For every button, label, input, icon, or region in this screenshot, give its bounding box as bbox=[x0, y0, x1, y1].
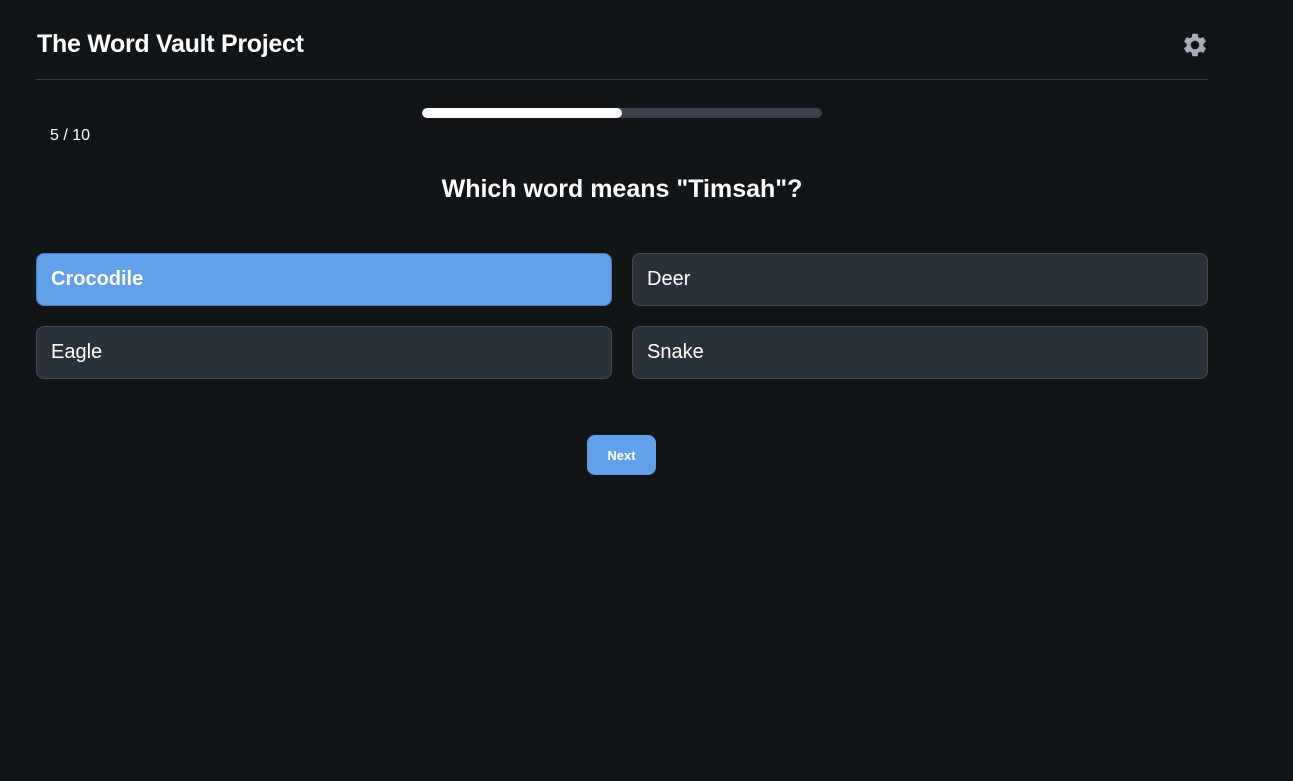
answer-options: Crocodile Deer Eagle Snake bbox=[36, 253, 1208, 379]
answer-option-snake[interactable]: Snake bbox=[632, 326, 1208, 379]
question-text: Which word means "Timsah"? bbox=[441, 175, 803, 203]
quiz-page: The Word Vault Project 5 / 10 Which word… bbox=[0, 0, 1293, 781]
app-title: The Word Vault Project bbox=[37, 30, 304, 58]
settings-button[interactable] bbox=[1179, 29, 1211, 61]
progress-count: 5 / 10 bbox=[50, 127, 91, 144]
gear-icon bbox=[1184, 33, 1206, 57]
answer-option-crocodile[interactable]: Crocodile bbox=[36, 253, 612, 306]
next-button[interactable]: Next bbox=[587, 435, 656, 475]
answer-option-deer[interactable]: Deer bbox=[632, 253, 1208, 306]
progress-bar-fill bbox=[422, 108, 622, 118]
progress-bar bbox=[422, 108, 822, 118]
answer-option-eagle[interactable]: Eagle bbox=[36, 326, 612, 379]
header: The Word Vault Project bbox=[36, 0, 1208, 80]
